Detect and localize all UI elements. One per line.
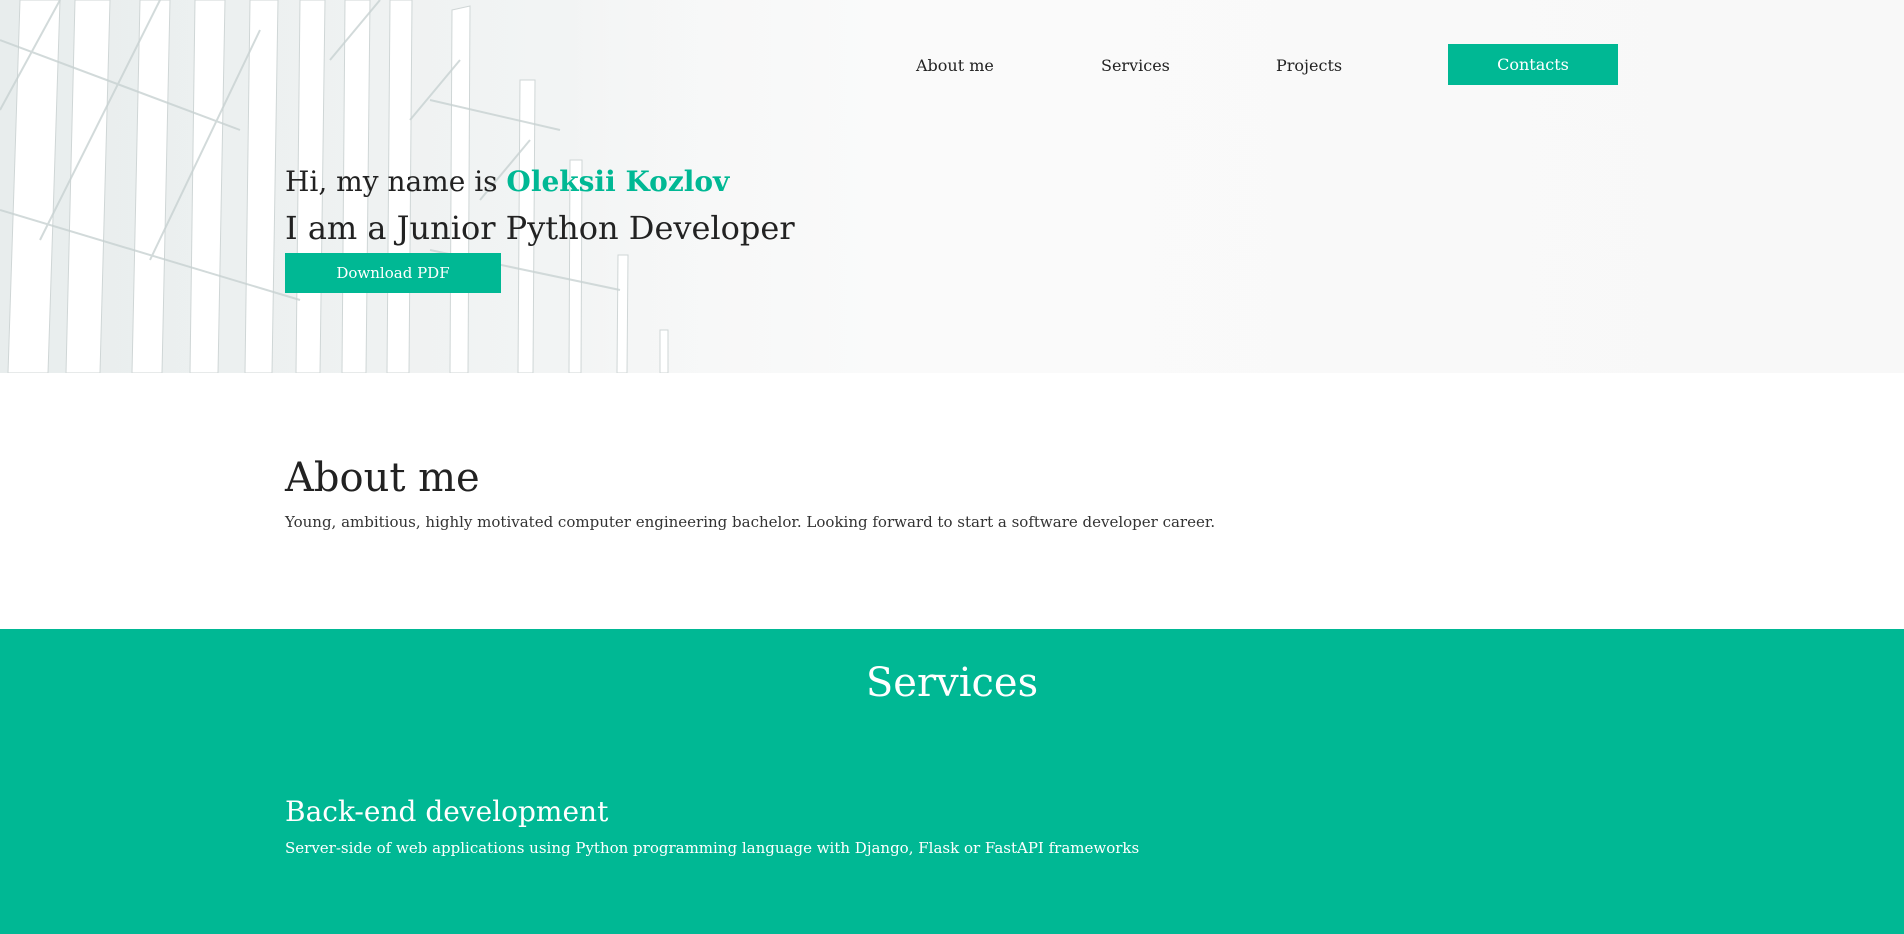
services-section: Services Back-end development Server-sid… [0, 629, 1904, 934]
page: About me Services Projects Contacts Hi, … [0, 0, 1904, 934]
nav-link-services[interactable]: Services [1101, 56, 1170, 76]
contacts-button[interactable]: Contacts [1448, 44, 1618, 85]
nav-link-projects[interactable]: Projects [1276, 56, 1342, 76]
download-pdf-button[interactable]: Download PDF [285, 253, 501, 293]
service-description: Server-side of web applications using Py… [285, 839, 1140, 857]
hero-role: I am a Junior Python Developer [285, 209, 795, 247]
hero-name: Oleksii Kozlov [506, 165, 730, 198]
hero-section: About me Services Projects Contacts Hi, … [0, 0, 1904, 373]
greeting-text: Hi, my name is [285, 165, 507, 198]
nav-link-about[interactable]: About me [916, 56, 994, 76]
service-title: Back-end development [285, 795, 609, 828]
about-text: Young, ambitious, highly motivated compu… [285, 513, 1216, 531]
about-title: About me [285, 455, 480, 501]
services-title: Services [865, 660, 1039, 706]
hero-greeting: Hi, my name is Oleksii Kozlov [285, 164, 729, 200]
